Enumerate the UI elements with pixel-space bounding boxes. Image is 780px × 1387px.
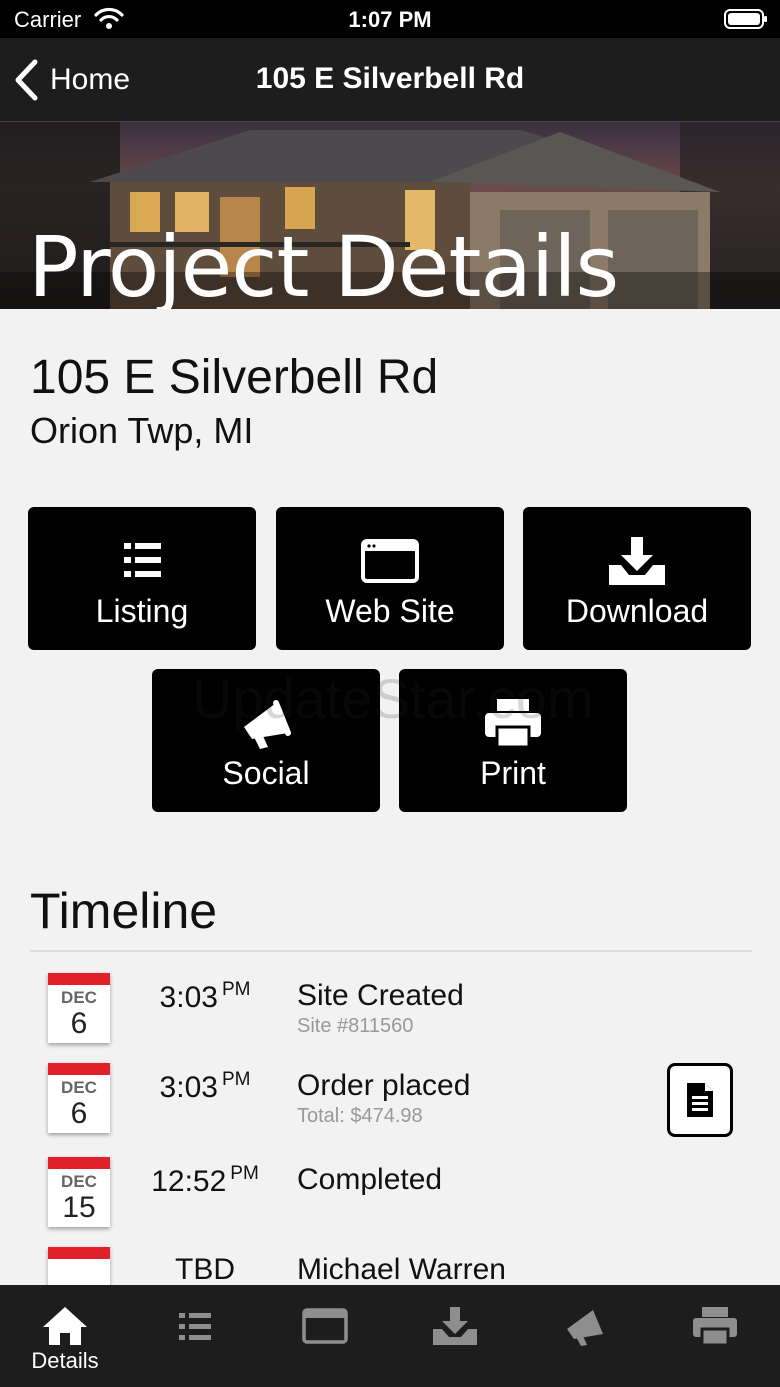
megaphone-icon <box>567 1310 603 1346</box>
download-label: Download <box>565 593 709 629</box>
timeline-time: 12:52 PM <box>151 1163 259 1198</box>
social-label: Social <box>222 755 310 791</box>
tab-social[interactable] <box>520 1285 650 1387</box>
timeline-title: Timeline <box>30 883 218 939</box>
megaphone-icon <box>244 700 291 749</box>
status-time: 1:07 PM <box>348 7 432 32</box>
battery-icon <box>724 9 767 29</box>
download-icon <box>609 537 665 585</box>
tab-bar: Details <box>0 1285 780 1387</box>
tab-details-label: Details <box>31 1348 99 1373</box>
tab-web-site[interactable] <box>260 1285 390 1387</box>
home-icon <box>43 1307 87 1345</box>
timeline-event: Site Created <box>297 979 464 1012</box>
calendar-month: DEC <box>61 1078 97 1097</box>
timeline-event: Order placed <box>297 1069 471 1102</box>
calendar-icon: DEC 15 <box>48 1157 110 1227</box>
calendar-month: DEC <box>61 1172 97 1191</box>
list-icon <box>124 543 161 577</box>
listing-label: Listing <box>95 593 189 629</box>
list-icon <box>179 1313 211 1340</box>
calendar-icon: DEC 6 <box>48 973 110 1043</box>
tab-print[interactable] <box>650 1285 780 1387</box>
listing-button[interactable]: Listing <box>28 507 256 650</box>
hero-title: Project Details <box>28 218 619 309</box>
timeline-detail: Total: $474.98 <box>297 1105 423 1127</box>
print-button[interactable]: Print <box>399 669 627 812</box>
document-icon <box>687 1083 713 1117</box>
browser-window-icon <box>361 539 419 583</box>
web-site-label: Web Site <box>325 593 455 629</box>
web-site-button[interactable]: Web Site <box>276 507 504 650</box>
back-button[interactable]: Home <box>12 56 130 104</box>
timeline-item: DEC 6 3:03 PM Site Created Site #811560 <box>0 973 780 1063</box>
browser-window-icon <box>302 1308 348 1344</box>
tab-details[interactable]: Details <box>0 1285 130 1387</box>
status-bar: Carrier 1:07 PM <box>0 0 780 38</box>
navigation-bar: Home 105 E Silverbell Rd <box>0 38 780 122</box>
tab-listing[interactable] <box>130 1285 260 1387</box>
download-button[interactable]: Download <box>523 507 751 650</box>
timeline-detail: Site #811560 <box>297 1015 414 1037</box>
calendar-day: 15 <box>62 1191 96 1224</box>
tab-download[interactable] <box>390 1285 520 1387</box>
project-address: 105 E Silverbell Rd <box>30 351 439 404</box>
timeline-event: Michael Warren <box>297 1253 506 1286</box>
timeline-divider <box>30 950 752 952</box>
back-label: Home <box>50 63 131 96</box>
timeline-item: DEC 15 12:52 PM Completed <box>0 1157 780 1247</box>
hero-banner: Project Details <box>0 122 780 309</box>
timeline-time: 3:03 PM <box>159 1069 251 1104</box>
timeline-item: DEC 6 3:03 PM Order placed Total: $474.98 <box>0 1063 780 1153</box>
timeline-event: Completed <box>297 1163 443 1196</box>
timeline-time: TBD <box>175 1253 235 1286</box>
calendar-icon: DEC 6 <box>48 1063 110 1133</box>
receipt-button[interactable] <box>667 1063 733 1137</box>
download-icon <box>433 1307 477 1345</box>
print-label: Print <box>480 755 546 791</box>
timeline-time: 3:03 PM <box>159 979 251 1014</box>
printer-icon <box>485 699 541 749</box>
printer-icon <box>693 1307 737 1347</box>
project-city: Orion Twp, MI <box>30 410 254 451</box>
social-button[interactable]: Social <box>152 669 380 812</box>
calendar-month: DEC <box>61 988 97 1007</box>
chevron-left-icon <box>15 59 38 101</box>
calendar-day: 6 <box>70 1097 88 1130</box>
calendar-day: 6 <box>70 1007 88 1040</box>
